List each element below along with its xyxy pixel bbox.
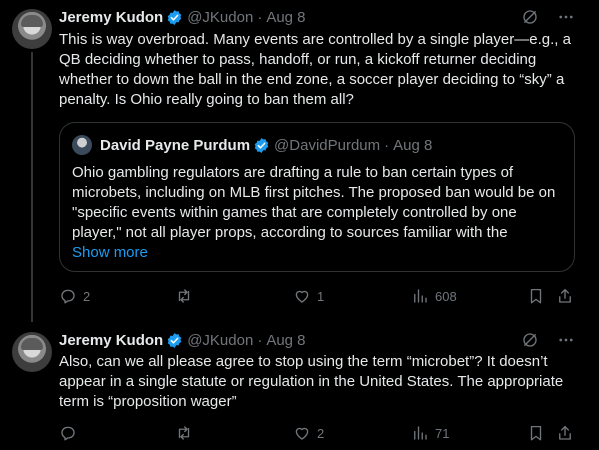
views-button[interactable]: 608	[411, 287, 457, 305]
author-handle[interactable]: @JKudon	[187, 9, 253, 26]
author-name[interactable]: Jeremy Kudon	[59, 332, 163, 349]
like-button[interactable]: 1	[293, 287, 324, 305]
reply-button[interactable]: 2	[59, 287, 90, 305]
bookmark-button[interactable]	[527, 424, 545, 442]
tweet-header: Jeremy Kudon @JKudon · Aug 8	[59, 330, 306, 350]
like-count: 1	[317, 288, 325, 304]
reply-count: 2	[83, 288, 91, 304]
tweet-text: This is way overbroad. Many events are c…	[59, 31, 571, 108]
grok-icon[interactable]	[521, 8, 539, 26]
view-count: 71	[435, 425, 450, 441]
quoted-tweet[interactable]: David Payne Purdum @DavidPurdum · Aug 8 …	[59, 122, 575, 272]
verified-badge-icon	[167, 332, 182, 348]
action-bar: 2 1 608	[59, 287, 584, 307]
repost-button[interactable]	[175, 424, 199, 442]
tweet-1[interactable]: Jeremy Kudon @JKudon · Aug 8 This is way…	[0, 0, 599, 322]
view-count: 608	[435, 288, 457, 304]
repost-icon	[178, 426, 190, 440]
timestamp[interactable]: Aug 8	[266, 332, 305, 349]
avatar[interactable]	[12, 9, 52, 49]
thread-connector	[31, 52, 33, 322]
quoted-header: David Payne Purdum @DavidPurdum · Aug 8	[100, 135, 432, 155]
quoted-timestamp: Aug 8	[393, 136, 433, 154]
bookmark-button[interactable]	[527, 287, 545, 305]
like-button[interactable]: 2	[293, 424, 324, 442]
verified-badge-icon	[167, 9, 182, 25]
share-icon	[559, 425, 571, 440]
bookmark-icon	[530, 425, 542, 441]
quoted-avatar	[72, 135, 92, 155]
more-icon[interactable]	[557, 8, 575, 26]
views-icon	[414, 289, 427, 303]
separator: ·	[257, 331, 263, 349]
repost-button[interactable]	[175, 287, 199, 305]
action-bar: 2 71	[59, 424, 584, 444]
reply-button[interactable]	[59, 424, 83, 442]
author-handle[interactable]: @JKudon	[187, 332, 253, 349]
grok-icon[interactable]	[521, 331, 539, 349]
separator: ·	[384, 136, 390, 154]
show-more-link[interactable]: Show more	[72, 243, 148, 263]
share-icon	[559, 288, 571, 303]
quoted-author-name: David Payne Purdum	[100, 136, 251, 154]
separator: ·	[257, 8, 263, 26]
repost-icon	[178, 289, 190, 303]
tweet-header: Jeremy Kudon @JKudon · Aug 8	[59, 7, 306, 27]
quoted-author-handle: @DavidPurdum	[274, 136, 381, 154]
reply-icon	[61, 289, 75, 304]
tweet-text: Also, can we all please agree to stop us…	[59, 353, 564, 410]
tweet-2[interactable]: Jeremy Kudon @JKudon · Aug 8 Also, can w…	[0, 312, 599, 450]
like-count: 2	[317, 425, 325, 441]
author-name[interactable]: Jeremy Kudon	[59, 9, 163, 26]
verified-badge-icon	[254, 137, 269, 153]
top-actions	[521, 8, 575, 26]
avatar[interactable]	[12, 332, 52, 372]
timestamp[interactable]: Aug 8	[266, 9, 305, 26]
thread-connector	[31, 312, 33, 322]
top-actions	[521, 331, 575, 349]
share-button[interactable]	[556, 424, 574, 442]
like-icon	[295, 427, 309, 440]
bookmark-icon	[530, 288, 542, 304]
views-icon	[414, 426, 427, 440]
more-icon[interactable]	[557, 331, 575, 349]
quoted-text: Ohio gambling regulators are drafting a …	[72, 164, 556, 241]
share-button[interactable]	[556, 287, 574, 305]
like-icon	[295, 290, 309, 303]
reply-icon	[61, 426, 75, 441]
views-button[interactable]: 71	[411, 424, 449, 442]
